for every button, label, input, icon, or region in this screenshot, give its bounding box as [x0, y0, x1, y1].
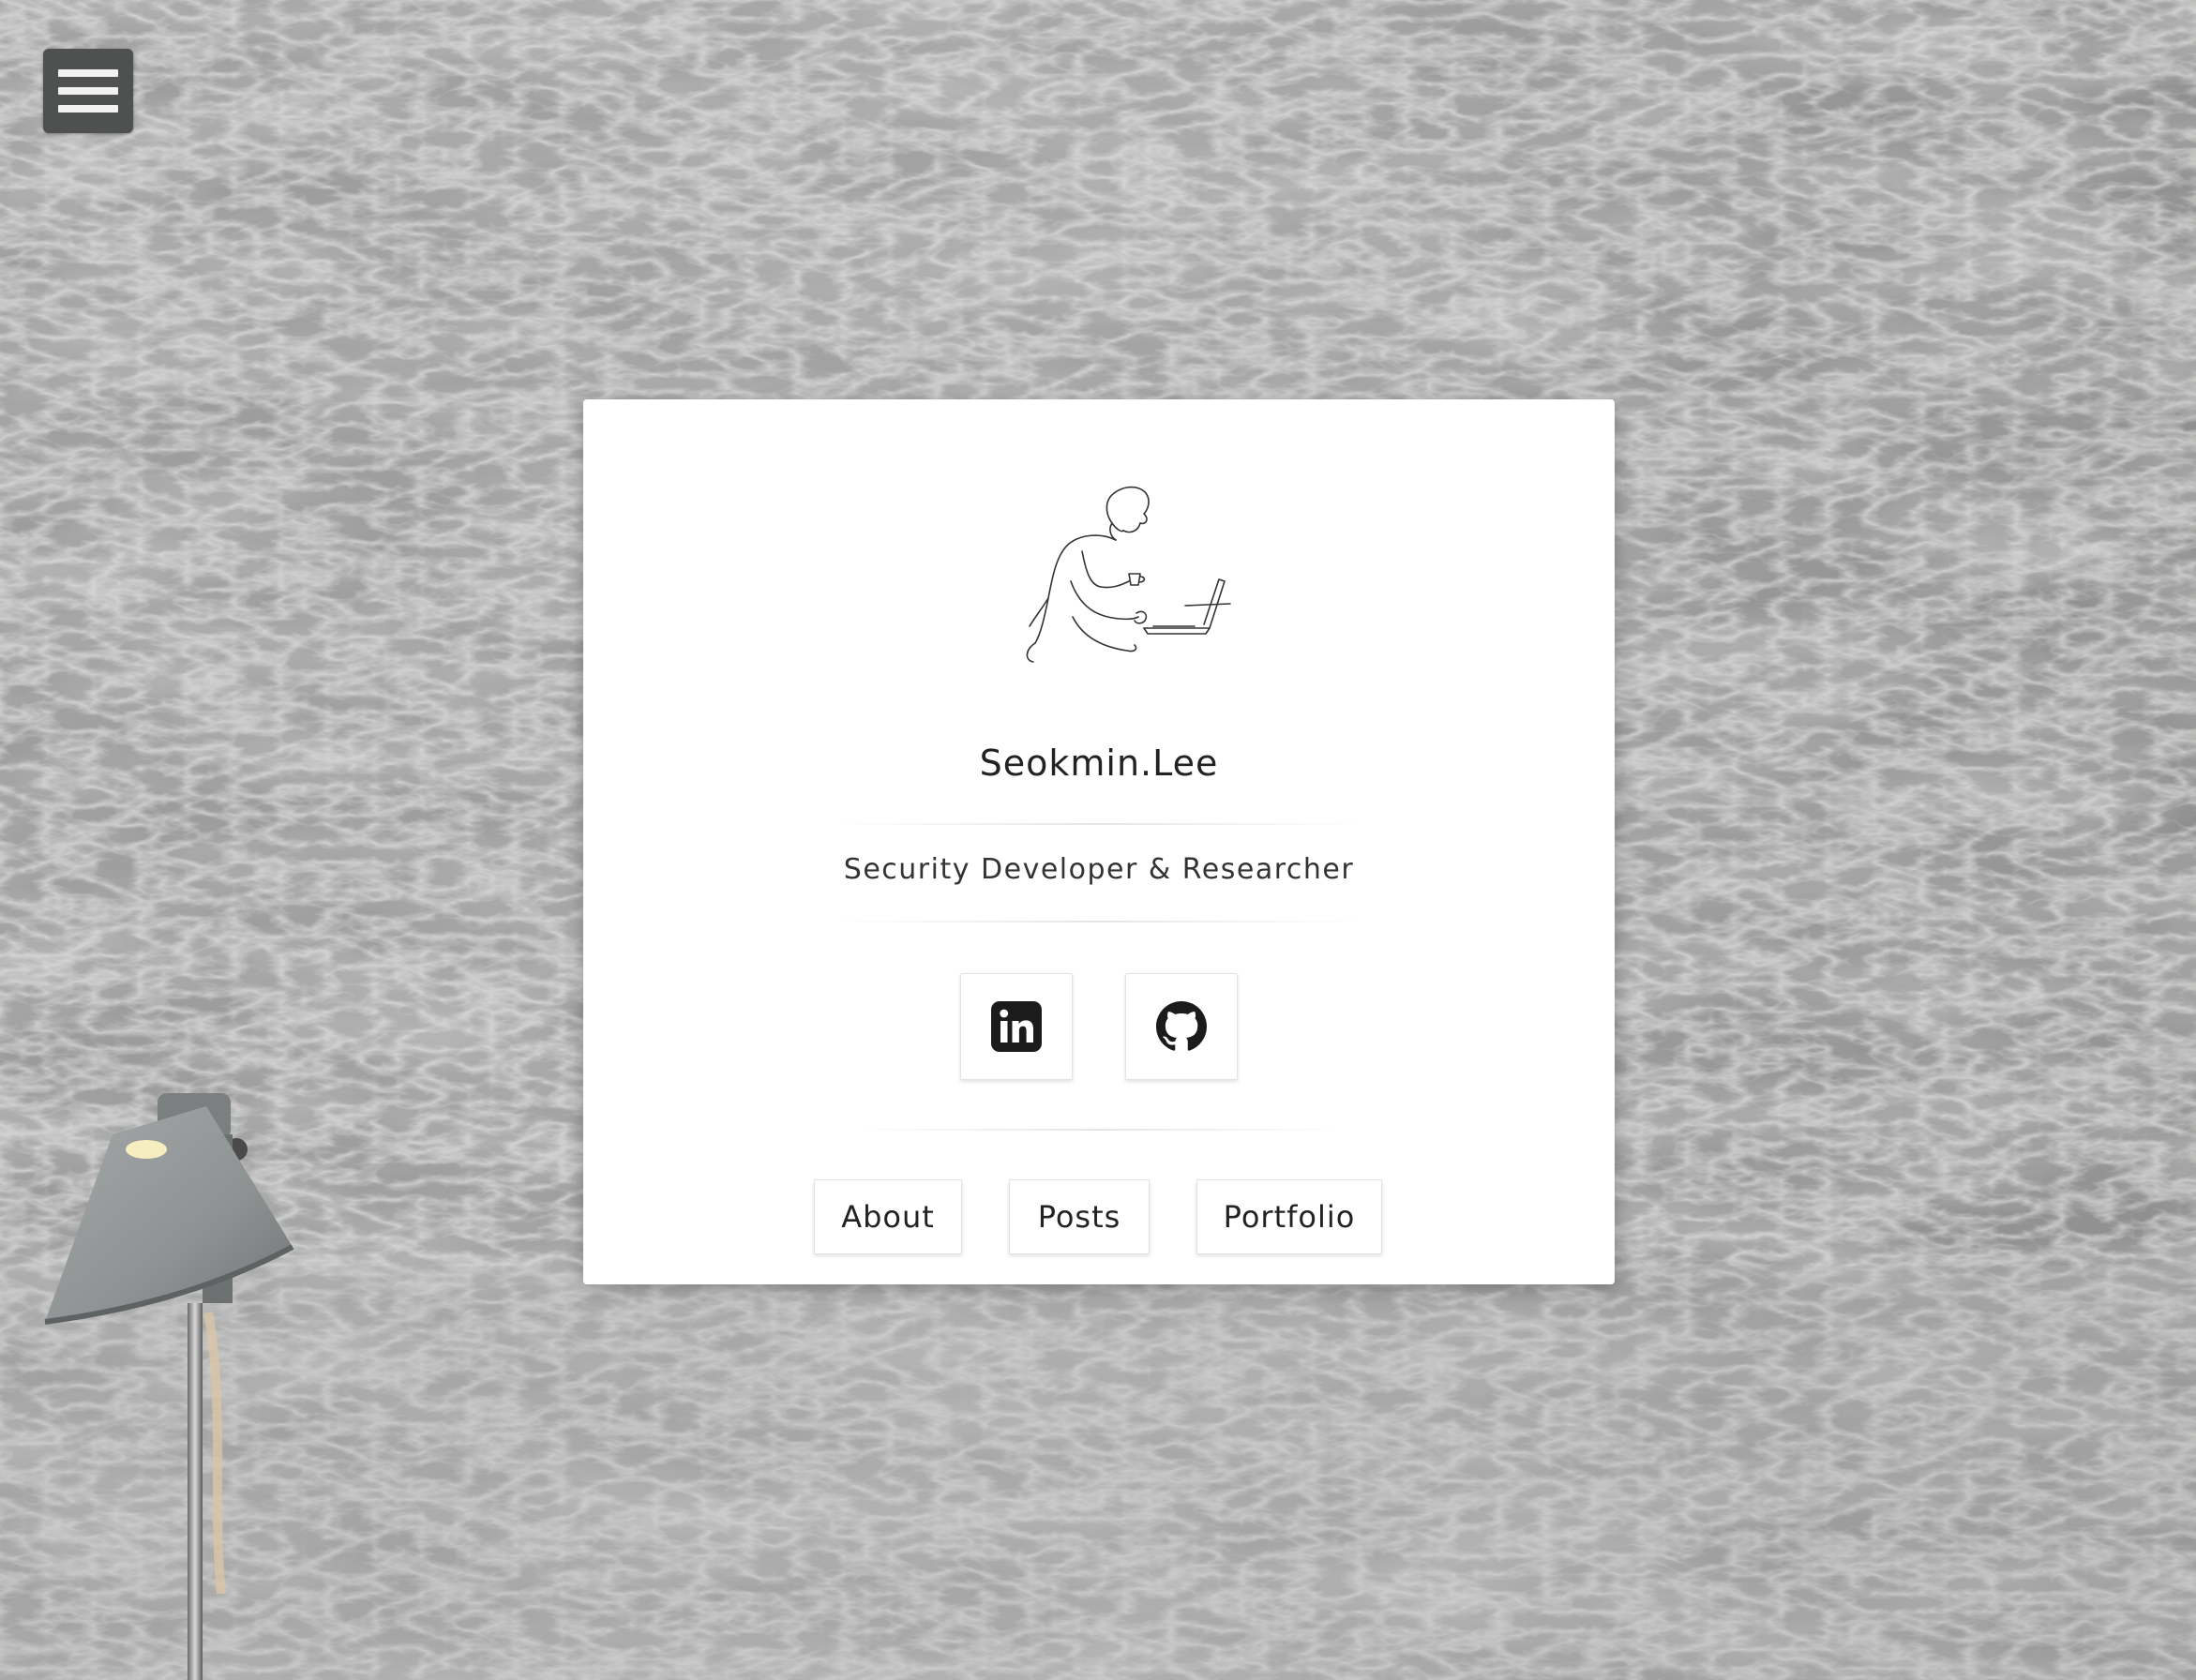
posts-button[interactable]: Posts	[1009, 1179, 1150, 1254]
page: Seokmin.Lee Security Developer & Researc…	[0, 0, 2196, 1680]
linkedin-icon	[991, 1001, 1042, 1052]
divider	[855, 1129, 1343, 1131]
person-with-laptop-icon	[1026, 486, 1231, 663]
divider	[836, 921, 1361, 922]
about-button[interactable]: About	[814, 1179, 962, 1254]
profile-card: Seokmin.Lee Security Developer & Researc…	[583, 399, 1615, 1284]
menu-button[interactable]	[43, 49, 133, 133]
profile-name: Seokmin.Lee	[979, 742, 1219, 784]
desk-lamp-image	[44, 1093, 294, 1680]
github-button[interactable]	[1125, 973, 1238, 1080]
profile-tagline: Security Developer & Researcher	[843, 853, 1355, 886]
divider	[836, 823, 1361, 825]
menu-bar	[58, 69, 118, 77]
menu-bar	[58, 105, 118, 112]
linkedin-button[interactable]	[960, 973, 1073, 1080]
menu-bar	[58, 87, 118, 95]
portfolio-button[interactable]: Portfolio	[1196, 1179, 1382, 1254]
github-icon	[1156, 1001, 1207, 1051]
